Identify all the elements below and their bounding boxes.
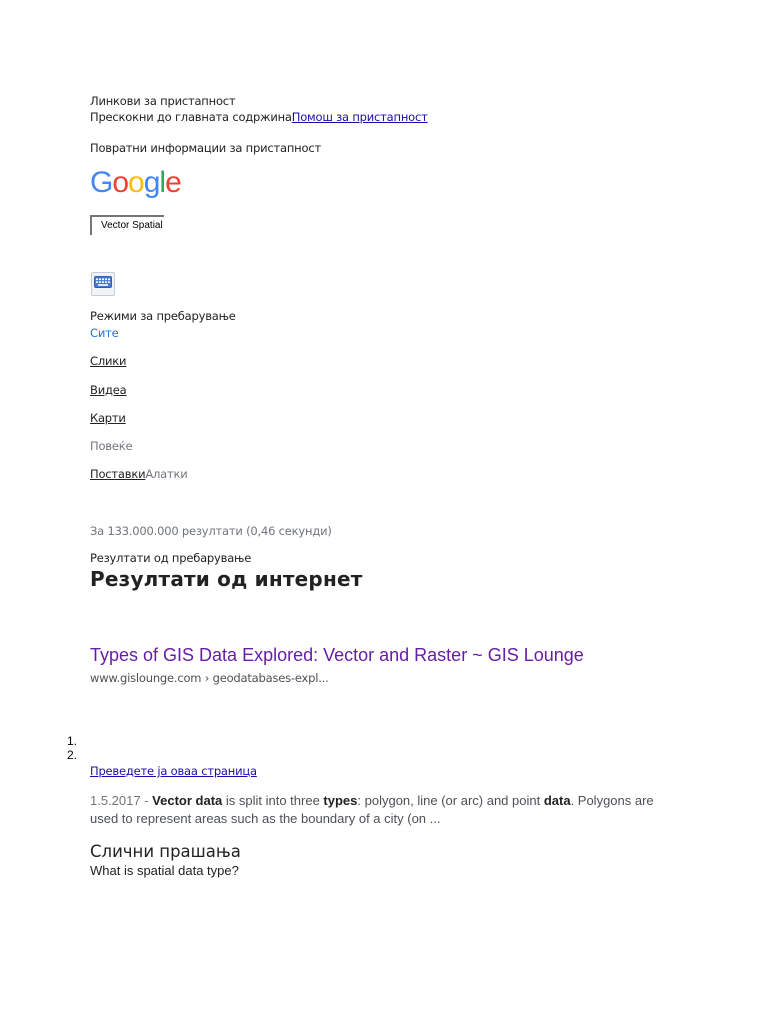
list-marker-2: 2.: [67, 748, 78, 762]
tab-all[interactable]: Сите: [90, 325, 119, 341]
skip-to-content-text[interactable]: Прескокни до главната содржина: [90, 110, 292, 124]
tab-more[interactable]: Повеќе: [90, 438, 133, 454]
snippet-separator: -: [140, 793, 153, 808]
tab-images[interactable]: Слики: [90, 353, 126, 369]
snippet-part: is split into three: [222, 793, 324, 808]
settings-tools-row: ПоставкиАлатки: [90, 466, 188, 482]
logo-letter: g: [143, 166, 161, 199]
keyboard-button[interactable]: [91, 272, 115, 296]
web-results-heading: Резултати од интернет: [90, 567, 363, 591]
logo-letter: G: [90, 166, 113, 199]
logo-letter: o: [128, 166, 145, 199]
search-results-label: Резултати од пребарување: [90, 551, 252, 565]
translate-page-link[interactable]: Преведете ја оваа страница: [90, 763, 257, 779]
result-snippet: 1.5.2017 - Vector data is split into thr…: [90, 792, 670, 828]
tab-maps[interactable]: Карти: [90, 410, 126, 426]
accessibility-help-link[interactable]: Помош за пристапност: [292, 110, 428, 124]
keyboard-icon: [94, 275, 112, 293]
settings-link[interactable]: Поставки: [90, 467, 146, 481]
logo-letter: e: [165, 166, 182, 199]
tab-videos[interactable]: Видеа: [90, 382, 127, 398]
snippet-part: : polygon, line (or arc) and point: [357, 793, 544, 808]
search-input[interactable]: Vector Spatial: [90, 215, 164, 235]
logo-letter: o: [112, 166, 129, 199]
result-url[interactable]: www.gislounge.com › geodatabases-expl...: [90, 670, 329, 686]
snippet-date: 1.5.2017: [90, 793, 141, 808]
search-modes-label: Режими за пребарување: [90, 309, 236, 323]
snippet-part: types: [323, 793, 358, 808]
snippet-part: data: [543, 793, 571, 808]
snippet-part: Vector data: [152, 793, 223, 808]
accessibility-feedback[interactable]: Повратни информации за пристапност: [90, 140, 321, 156]
related-question-item[interactable]: What is spatial data type?: [90, 863, 239, 878]
related-questions-heading: Слични прашања: [90, 842, 241, 861]
google-logo[interactable]: Google: [90, 166, 182, 199]
accessibility-links-row: Прескокни до главната содржинаПомош за п…: [90, 109, 428, 125]
result-title-link[interactable]: Types of GIS Data Explored: Vector and R…: [90, 645, 584, 666]
result-stats: За 133.000.000 резултати (0,46 секунди): [90, 524, 332, 538]
tools-button[interactable]: Алатки: [145, 467, 187, 481]
accessibility-heading: Линкови за пристапност: [90, 94, 236, 108]
